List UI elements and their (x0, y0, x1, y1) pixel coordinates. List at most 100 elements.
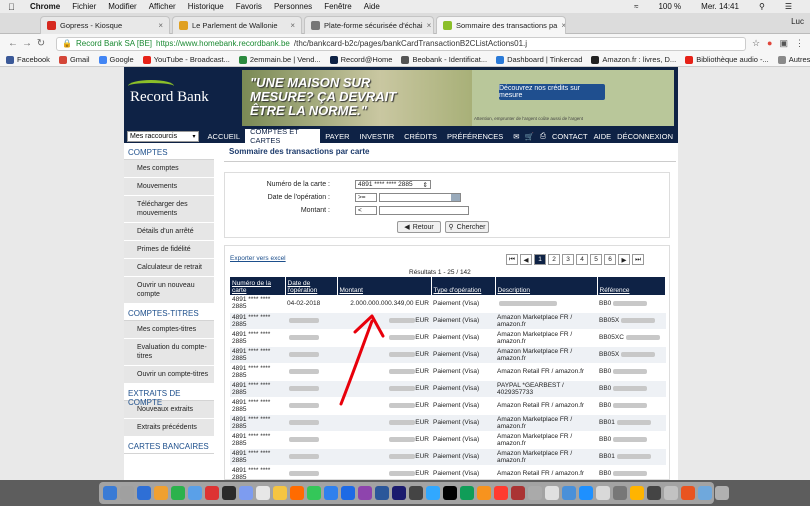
extension-icon[interactable]: ▣ (779, 38, 788, 49)
sidebar-item-evaluation[interactable]: Evaluation du compte-titres (124, 339, 214, 366)
calendar-icon[interactable] (451, 194, 460, 201)
dock-app-icon[interactable] (443, 486, 457, 500)
dock-app-icon[interactable] (613, 486, 627, 500)
col-description[interactable]: Description (495, 277, 598, 295)
menu-investir[interactable]: INVESTIR (355, 129, 400, 143)
sidebar-item-calculateur[interactable]: Calculateur de retrait (124, 259, 214, 277)
dock-app-icon[interactable] (647, 486, 661, 500)
bookmark-tinkercad[interactable]: Dashboard | Tinkercad (496, 55, 582, 64)
dock-app-icon[interactable] (545, 486, 559, 500)
menu-accueil[interactable]: ACCUEIL (203, 129, 246, 143)
col-type[interactable]: Type d'opération (431, 277, 496, 295)
cart-icon[interactable]: 🛒 (525, 132, 534, 141)
sidebar-item-extraits-precedents[interactable]: Extraits précédents (124, 419, 214, 437)
bookmark-recordhome[interactable]: Record@Home (329, 55, 392, 64)
menu-fichier[interactable]: Fichier (72, 2, 96, 11)
amount-operator-select[interactable]: < (355, 206, 377, 215)
bookmark-beobank[interactable]: Beobank - Identificat... (401, 55, 487, 64)
extension-icon[interactable]: ● (767, 38, 772, 49)
amount-input[interactable] (379, 206, 469, 215)
search-icon[interactable]: ⚲ (759, 2, 765, 11)
dock-app-icon[interactable] (273, 486, 287, 500)
last-page-icon[interactable]: ⏭ (632, 254, 644, 265)
menu-aide-site[interactable]: AIDE (594, 132, 612, 141)
dock-app-icon[interactable] (596, 486, 610, 500)
bookmark-gmail[interactable]: Gmail (58, 55, 90, 64)
menu-preferences[interactable]: PRÉFÉRENCES (442, 129, 508, 143)
dock-app-icon[interactable] (307, 486, 321, 500)
sidebar-item-primes[interactable]: Primes de fidélité (124, 241, 214, 259)
dock-app-icon[interactable] (630, 486, 644, 500)
dock-app-icon[interactable] (715, 486, 729, 500)
star-icon[interactable]: ☆ (752, 38, 760, 49)
wifi-icon[interactable]: ≈ (634, 2, 638, 11)
date-input[interactable] (379, 193, 461, 202)
back-button[interactable]: ◀ Retour (397, 221, 441, 233)
table-row[interactable]: 4891 **** **** 2885 EUR Paiement (Visa) Ama… (230, 363, 666, 381)
dock-app-icon[interactable] (137, 486, 151, 500)
menu-chrome[interactable]: Chrome (30, 2, 60, 11)
new-tab-button[interactable] (568, 16, 590, 34)
dock-app-icon[interactable] (392, 486, 406, 500)
record-bank-logo[interactable]: Record Bank (128, 80, 209, 106)
dock-app-icon[interactable] (562, 486, 576, 500)
menu-deconnexion[interactable]: DÉCONNEXION (617, 132, 673, 141)
dock-app-icon[interactable] (256, 486, 270, 500)
bookmark-2ememain[interactable]: 2emmain.be | Vend... (238, 55, 321, 64)
page-2[interactable]: 2 (548, 254, 560, 265)
sidebar-item-mes-comptes[interactable]: Mes comptes (124, 160, 214, 178)
battery-text[interactable]: 100 % (658, 2, 681, 11)
dock-app-icon[interactable] (528, 486, 542, 500)
dock-app-icon[interactable] (171, 486, 185, 500)
profile-name[interactable]: Luc (791, 17, 804, 26)
menu-historique[interactable]: Historique (188, 2, 224, 11)
shortcuts-select[interactable]: Mes raccourcis ▾ (127, 130, 199, 142)
col-amount[interactable]: Montant (337, 277, 432, 295)
dock-app-icon[interactable] (188, 486, 202, 500)
table-row[interactable]: 4891 **** **** 2885 EUR Paiement (Visa) Ama… (230, 329, 666, 347)
apple-icon[interactable]:  (8, 2, 18, 12)
menu-aide[interactable]: Aide (364, 2, 380, 11)
menu-modifier[interactable]: Modifier (108, 2, 136, 11)
dock-app-icon[interactable] (239, 486, 253, 500)
tab-parlement[interactable]: Le Parlement de Wallonie × (172, 16, 302, 34)
page-3[interactable]: 3 (562, 254, 574, 265)
table-row[interactable]: 4891 **** **** 2885 EUR Paiement (Visa) Ama… (230, 448, 666, 466)
page-5[interactable]: 5 (590, 254, 602, 265)
bookmark-google[interactable]: Google (98, 55, 134, 64)
clock[interactable]: Mer. 14:41 (701, 2, 739, 11)
close-icon[interactable]: × (286, 21, 295, 30)
col-date[interactable]: Date de l'opération (285, 277, 338, 295)
search-button[interactable]: ⚲ Chercher (445, 221, 489, 233)
first-page-icon[interactable]: ⏮ (506, 254, 518, 265)
bookmark-youtube[interactable]: YouTube - Broadcast... (142, 55, 230, 64)
reload-icon[interactable]: ↻ (34, 38, 48, 49)
other-bookmarks[interactable]: Autres favoris (777, 55, 810, 64)
export-excel-link[interactable]: Exporter vers excel (230, 255, 286, 262)
dock-app-icon[interactable] (664, 486, 678, 500)
tab-gopress[interactable]: Gopress - Kiosque × (40, 16, 170, 34)
next-page-icon[interactable]: ▶ (618, 254, 630, 265)
tab-sommaire[interactable]: Sommaire des transactions pa × (436, 16, 566, 34)
dock-app-icon[interactable] (222, 486, 236, 500)
menu-comptes-cartes[interactable]: COMPTES ET CARTES (245, 127, 321, 145)
page-6[interactable]: 6 (604, 254, 616, 265)
promo-banner[interactable]: "UNE MAISON SUR MESURE? ÇA DEVRAIT ÊTRE … (242, 70, 674, 126)
dock-app-icon[interactable] (579, 486, 593, 500)
page-4[interactable]: 4 (576, 254, 588, 265)
banner-cta-button[interactable]: Découvrez nos crédits sur mesure (499, 84, 605, 100)
bookmark-audio[interactable]: Bibliothèque audio -... (685, 55, 769, 64)
sidebar-item-ouvrir-titres[interactable]: Ouvrir un compte-titres (124, 366, 214, 384)
menu-favoris[interactable]: Favoris (236, 2, 262, 11)
dock-app-icon[interactable] (460, 486, 474, 500)
sidebar-item-details-arrete[interactable]: Détails d'un arrêté (124, 223, 214, 241)
sidebar-item-mes-comptes-titres[interactable]: Mes comptes-titres (124, 321, 214, 339)
dock-app-icon[interactable] (477, 486, 491, 500)
bookmark-facebook[interactable]: Facebook (6, 55, 50, 64)
dock-app-icon[interactable] (698, 486, 712, 500)
dock-app-icon[interactable] (409, 486, 423, 500)
dock-app-icon[interactable] (375, 486, 389, 500)
dock-app-icon[interactable] (154, 486, 168, 500)
sidebar-item-ouvrir-compte[interactable]: Ouvrir un nouveau compte (124, 277, 214, 304)
dock-app-icon[interactable] (324, 486, 338, 500)
